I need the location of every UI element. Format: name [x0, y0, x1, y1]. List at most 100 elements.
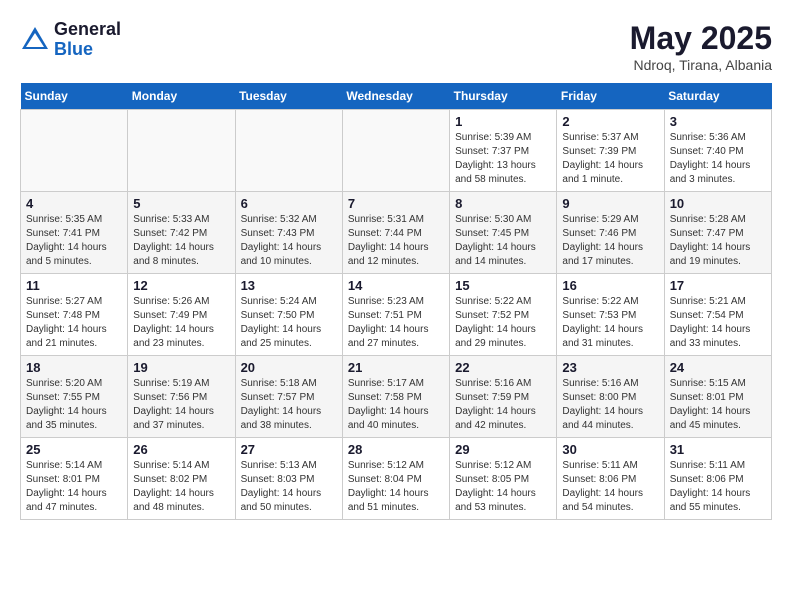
logo-text: General Blue: [54, 20, 121, 60]
day-info: Sunrise: 5:26 AM Sunset: 7:49 PM Dayligh…: [133, 295, 229, 351]
day-number: 24: [670, 360, 766, 375]
weekday-header-wednesday: Wednesday: [342, 83, 449, 110]
calendar-cell: 19 Sunrise: 5:19 AM Sunset: 7:56 PM Dayli…: [128, 356, 235, 438]
calendar-cell: 25 Sunrise: 5:14 AM Sunset: 8:01 PM Dayli…: [21, 438, 128, 520]
calendar-cell: 14 Sunrise: 5:23 AM Sunset: 7:51 PM Dayli…: [342, 274, 449, 356]
day-info: Sunrise: 5:31 AM Sunset: 7:44 PM Dayligh…: [348, 213, 444, 269]
calendar-cell: 15 Sunrise: 5:22 AM Sunset: 7:52 PM Dayli…: [450, 274, 557, 356]
calendar-cell: [235, 110, 342, 192]
day-info: Sunrise: 5:20 AM Sunset: 7:55 PM Dayligh…: [26, 377, 122, 433]
calendar-cell: 9Sunrise: 5:29 AM Sunset: 7:46 PM Daylig…: [557, 192, 664, 274]
day-info: Sunrise: 5:13 AM Sunset: 8:03 PM Dayligh…: [241, 459, 337, 515]
calendar-cell: 18 Sunrise: 5:20 AM Sunset: 7:55 PM Dayli…: [21, 356, 128, 438]
weekday-header-monday: Monday: [128, 83, 235, 110]
calendar-week-row: 1 Sunrise: 5:39 AM Sunset: 7:37 PM Daylig…: [21, 110, 772, 192]
weekday-header-friday: Friday: [557, 83, 664, 110]
day-info: Sunrise: 5:11 AM Sunset: 8:06 PM Dayligh…: [670, 459, 766, 515]
calendar-cell: 2 Sunrise: 5:37 AM Sunset: 7:39 PM Daylig…: [557, 110, 664, 192]
day-info: Sunrise: 5:16 AM Sunset: 7:59 PM Dayligh…: [455, 377, 551, 433]
day-number: 11: [26, 278, 122, 293]
day-number: 26: [133, 442, 229, 457]
day-info: Sunrise: 5:12 AM Sunset: 8:04 PM Dayligh…: [348, 459, 444, 515]
calendar-cell: 20 Sunrise: 5:18 AM Sunset: 7:57 PM Dayli…: [235, 356, 342, 438]
day-info: Sunrise: 5:32 AM Sunset: 7:43 PM Dayligh…: [241, 213, 337, 269]
day-info: Sunrise: 5:30 AM Sunset: 7:45 PM Dayligh…: [455, 213, 551, 269]
day-info: Sunrise: 5:15 AM Sunset: 8:01 PM Dayligh…: [670, 377, 766, 433]
day-number: 1: [455, 114, 551, 129]
day-info: Sunrise: 5:36 AM Sunset: 7:40 PM Dayligh…: [670, 131, 766, 187]
day-info: Sunrise: 5:18 AM Sunset: 7:57 PM Dayligh…: [241, 377, 337, 433]
day-number: 29: [455, 442, 551, 457]
calendar-cell: 3 Sunrise: 5:36 AM Sunset: 7:40 PM Daylig…: [664, 110, 771, 192]
weekday-header-row: SundayMondayTuesdayWednesdayThursdayFrid…: [21, 83, 772, 110]
title-block: May 2025 Ndroq, Tirana, Albania: [630, 20, 772, 73]
day-info: Sunrise: 5:11 AM Sunset: 8:06 PM Dayligh…: [562, 459, 658, 515]
page-header: General Blue May 2025 Ndroq, Tirana, Alb…: [20, 20, 772, 73]
day-info: Sunrise: 5:24 AM Sunset: 7:50 PM Dayligh…: [241, 295, 337, 351]
day-number: 19: [133, 360, 229, 375]
day-number: 10: [670, 196, 766, 211]
day-number: 31: [670, 442, 766, 457]
day-number: 4: [26, 196, 122, 211]
day-number: 3: [670, 114, 766, 129]
day-number: 12: [133, 278, 229, 293]
location-text: Ndroq, Tirana, Albania: [630, 57, 772, 73]
logo-general-text: General: [54, 20, 121, 40]
day-info: Sunrise: 5:12 AM Sunset: 8:05 PM Dayligh…: [455, 459, 551, 515]
weekday-header-tuesday: Tuesday: [235, 83, 342, 110]
weekday-header-saturday: Saturday: [664, 83, 771, 110]
day-number: 15: [455, 278, 551, 293]
calendar-cell: 6 Sunrise: 5:32 AM Sunset: 7:43 PM Daylig…: [235, 192, 342, 274]
calendar-cell: 31 Sunrise: 5:11 AM Sunset: 8:06 PM Dayli…: [664, 438, 771, 520]
calendar-cell: 21 Sunrise: 5:17 AM Sunset: 7:58 PM Dayli…: [342, 356, 449, 438]
day-number: 13: [241, 278, 337, 293]
calendar-cell: 11Sunrise: 5:27 AM Sunset: 7:48 PM Dayli…: [21, 274, 128, 356]
day-number: 9: [562, 196, 658, 211]
calendar-cell: 29 Sunrise: 5:12 AM Sunset: 8:05 PM Dayli…: [450, 438, 557, 520]
calendar-cell: [342, 110, 449, 192]
day-number: 27: [241, 442, 337, 457]
day-number: 21: [348, 360, 444, 375]
day-number: 17: [670, 278, 766, 293]
day-info: Sunrise: 5:14 AM Sunset: 8:01 PM Dayligh…: [26, 459, 122, 515]
day-info: Sunrise: 5:28 AM Sunset: 7:47 PM Dayligh…: [670, 213, 766, 269]
calendar-cell: [128, 110, 235, 192]
day-number: 5: [133, 196, 229, 211]
day-info: Sunrise: 5:33 AM Sunset: 7:42 PM Dayligh…: [133, 213, 229, 269]
calendar-cell: [21, 110, 128, 192]
day-info: Sunrise: 5:17 AM Sunset: 7:58 PM Dayligh…: [348, 377, 444, 433]
day-number: 2: [562, 114, 658, 129]
day-number: 23: [562, 360, 658, 375]
calendar-week-row: 18 Sunrise: 5:20 AM Sunset: 7:55 PM Dayli…: [21, 356, 772, 438]
day-number: 20: [241, 360, 337, 375]
day-number: 30: [562, 442, 658, 457]
calendar-cell: 1 Sunrise: 5:39 AM Sunset: 7:37 PM Daylig…: [450, 110, 557, 192]
calendar-cell: 22Sunrise: 5:16 AM Sunset: 7:59 PM Dayli…: [450, 356, 557, 438]
day-number: 8: [455, 196, 551, 211]
day-number: 6: [241, 196, 337, 211]
logo-icon: [20, 25, 50, 55]
calendar-cell: 28Sunrise: 5:12 AM Sunset: 8:04 PM Dayli…: [342, 438, 449, 520]
calendar-cell: 5 Sunrise: 5:33 AM Sunset: 7:42 PM Daylig…: [128, 192, 235, 274]
day-info: Sunrise: 5:39 AM Sunset: 7:37 PM Dayligh…: [455, 131, 551, 187]
day-info: Sunrise: 5:21 AM Sunset: 7:54 PM Dayligh…: [670, 295, 766, 351]
calendar-cell: 8 Sunrise: 5:30 AM Sunset: 7:45 PM Daylig…: [450, 192, 557, 274]
calendar-cell: 10 Sunrise: 5:28 AM Sunset: 7:47 PM Dayli…: [664, 192, 771, 274]
day-info: Sunrise: 5:19 AM Sunset: 7:56 PM Dayligh…: [133, 377, 229, 433]
day-info: Sunrise: 5:23 AM Sunset: 7:51 PM Dayligh…: [348, 295, 444, 351]
calendar-week-row: 11Sunrise: 5:27 AM Sunset: 7:48 PM Dayli…: [21, 274, 772, 356]
day-number: 7: [348, 196, 444, 211]
calendar-cell: 12 Sunrise: 5:26 AM Sunset: 7:49 PM Dayli…: [128, 274, 235, 356]
day-info: Sunrise: 5:22 AM Sunset: 7:53 PM Dayligh…: [562, 295, 658, 351]
day-info: Sunrise: 5:22 AM Sunset: 7:52 PM Dayligh…: [455, 295, 551, 351]
day-info: Sunrise: 5:16 AM Sunset: 8:00 PM Dayligh…: [562, 377, 658, 433]
day-number: 18: [26, 360, 122, 375]
calendar-cell: 30 Sunrise: 5:11 AM Sunset: 8:06 PM Dayli…: [557, 438, 664, 520]
day-number: 16: [562, 278, 658, 293]
calendar-cell: 17 Sunrise: 5:21 AM Sunset: 7:54 PM Dayli…: [664, 274, 771, 356]
day-info: Sunrise: 5:37 AM Sunset: 7:39 PM Dayligh…: [562, 131, 658, 187]
day-number: 14: [348, 278, 444, 293]
day-number: 25: [26, 442, 122, 457]
weekday-header-thursday: Thursday: [450, 83, 557, 110]
calendar-week-row: 4Sunrise: 5:35 AM Sunset: 7:41 PM Daylig…: [21, 192, 772, 274]
